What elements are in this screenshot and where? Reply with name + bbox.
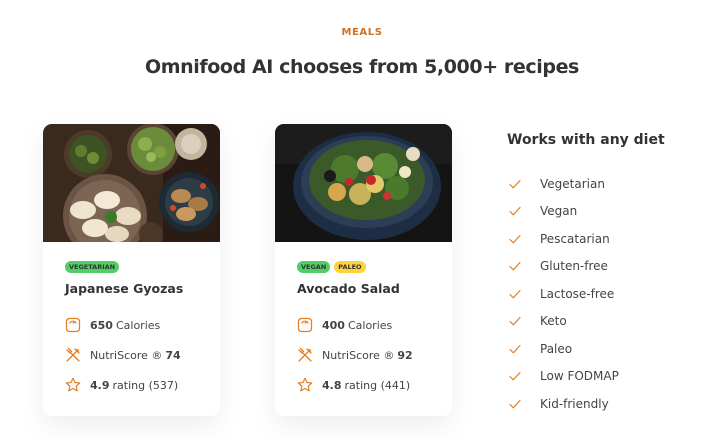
checkmark-icon <box>509 344 521 354</box>
meal-image-gyozas <box>43 124 220 242</box>
nutriscore-value: 74 <box>165 348 181 362</box>
utensils-icon <box>298 347 312 362</box>
diet-item: Keto <box>508 308 619 336</box>
checkmark-icon <box>509 399 521 409</box>
calories-value: 400 <box>322 318 345 332</box>
diet-label: Vegan <box>540 204 578 219</box>
checkmark-icon <box>509 262 521 271</box>
meal-attribute-nutriscore: NutriScore ® 92 <box>297 347 416 363</box>
meal-attribute-calories: 400 Calories <box>297 317 392 333</box>
checkmark-icon <box>509 372 521 381</box>
scale-icon <box>65 317 81 333</box>
calories-value: 650 <box>90 318 113 332</box>
diet-label: Pescatarian <box>540 231 610 246</box>
star-icon <box>65 377 81 392</box>
diets-list: Vegetarian Vegan Pescatarian Gluten-free… <box>508 170 619 418</box>
diet-label: Lactose-free <box>540 286 615 301</box>
nutriscore-label: NutriScore ® <box>322 348 395 362</box>
tag-vegetarian: VEGETARIAN <box>65 261 120 273</box>
tag-paleo: PALEO <box>334 261 366 273</box>
checkmark-icon <box>509 289 521 299</box>
rating-label: rating (441) <box>344 378 411 392</box>
diet-label: Gluten-free <box>540 259 608 274</box>
diet-item: Kid-friendly <box>508 390 619 418</box>
diet-item: Gluten-free <box>508 253 619 281</box>
meal-attribute-rating: 4.8 rating (441) <box>297 377 410 393</box>
calories-label: Calories <box>115 318 161 332</box>
diet-item: Pescatarian <box>508 225 619 253</box>
nutriscore-label: NutriScore ® <box>90 348 163 362</box>
meal-image-avocado-salad <box>275 124 452 242</box>
diet-item: Paleo <box>508 335 619 363</box>
scale-icon <box>297 317 313 333</box>
diet-item: Vegetarian <box>508 170 619 198</box>
diets-title: Works with any diet <box>507 132 665 148</box>
diet-label: Low FODMAP <box>540 369 619 384</box>
nutriscore-value: 92 <box>397 348 413 362</box>
diet-label: Kid-friendly <box>540 396 609 411</box>
checkmark-icon <box>509 207 521 216</box>
diet-item: Low FODMAP <box>508 363 619 391</box>
diet-label: Keto <box>540 314 567 329</box>
meal-card-gyozas[interactable]: VEGETARIAN Japanese Gyozas 650 Calories … <box>43 124 220 416</box>
meal-title: Japanese Gyozas <box>65 281 184 296</box>
rating-value: 4.9 <box>90 378 110 392</box>
rating-value: 4.8 <box>322 378 342 392</box>
diet-label: Vegetarian <box>540 176 605 191</box>
diet-item: Vegan <box>508 198 619 226</box>
diet-label: Paleo <box>540 341 573 356</box>
rating-label: rating (537) <box>112 378 179 392</box>
checkmark-icon <box>509 234 521 244</box>
utensils-icon <box>66 347 80 362</box>
meal-attribute-nutriscore: NutriScore ® 74 <box>65 347 184 363</box>
diet-item: Lactose-free <box>508 280 619 308</box>
star-icon <box>297 377 313 392</box>
checkmark-icon <box>509 317 521 326</box>
calories-label: Calories <box>347 318 393 332</box>
meal-attribute-rating: 4.9 rating (537) <box>65 377 178 393</box>
checkmark-icon <box>509 179 521 189</box>
meal-title: Avocado Salad <box>297 281 400 296</box>
tag-vegan: VEGAN <box>297 261 331 273</box>
section-heading: Omnifood AI chooses from 5,000+ recipes <box>145 56 579 78</box>
meal-attribute-calories: 650 Calories <box>65 317 160 333</box>
section-subheading: MEALS <box>341 27 383 38</box>
meal-card-avocado-salad[interactable]: VEGAN PALEO Avocado Salad 400 Calories N… <box>275 124 452 416</box>
